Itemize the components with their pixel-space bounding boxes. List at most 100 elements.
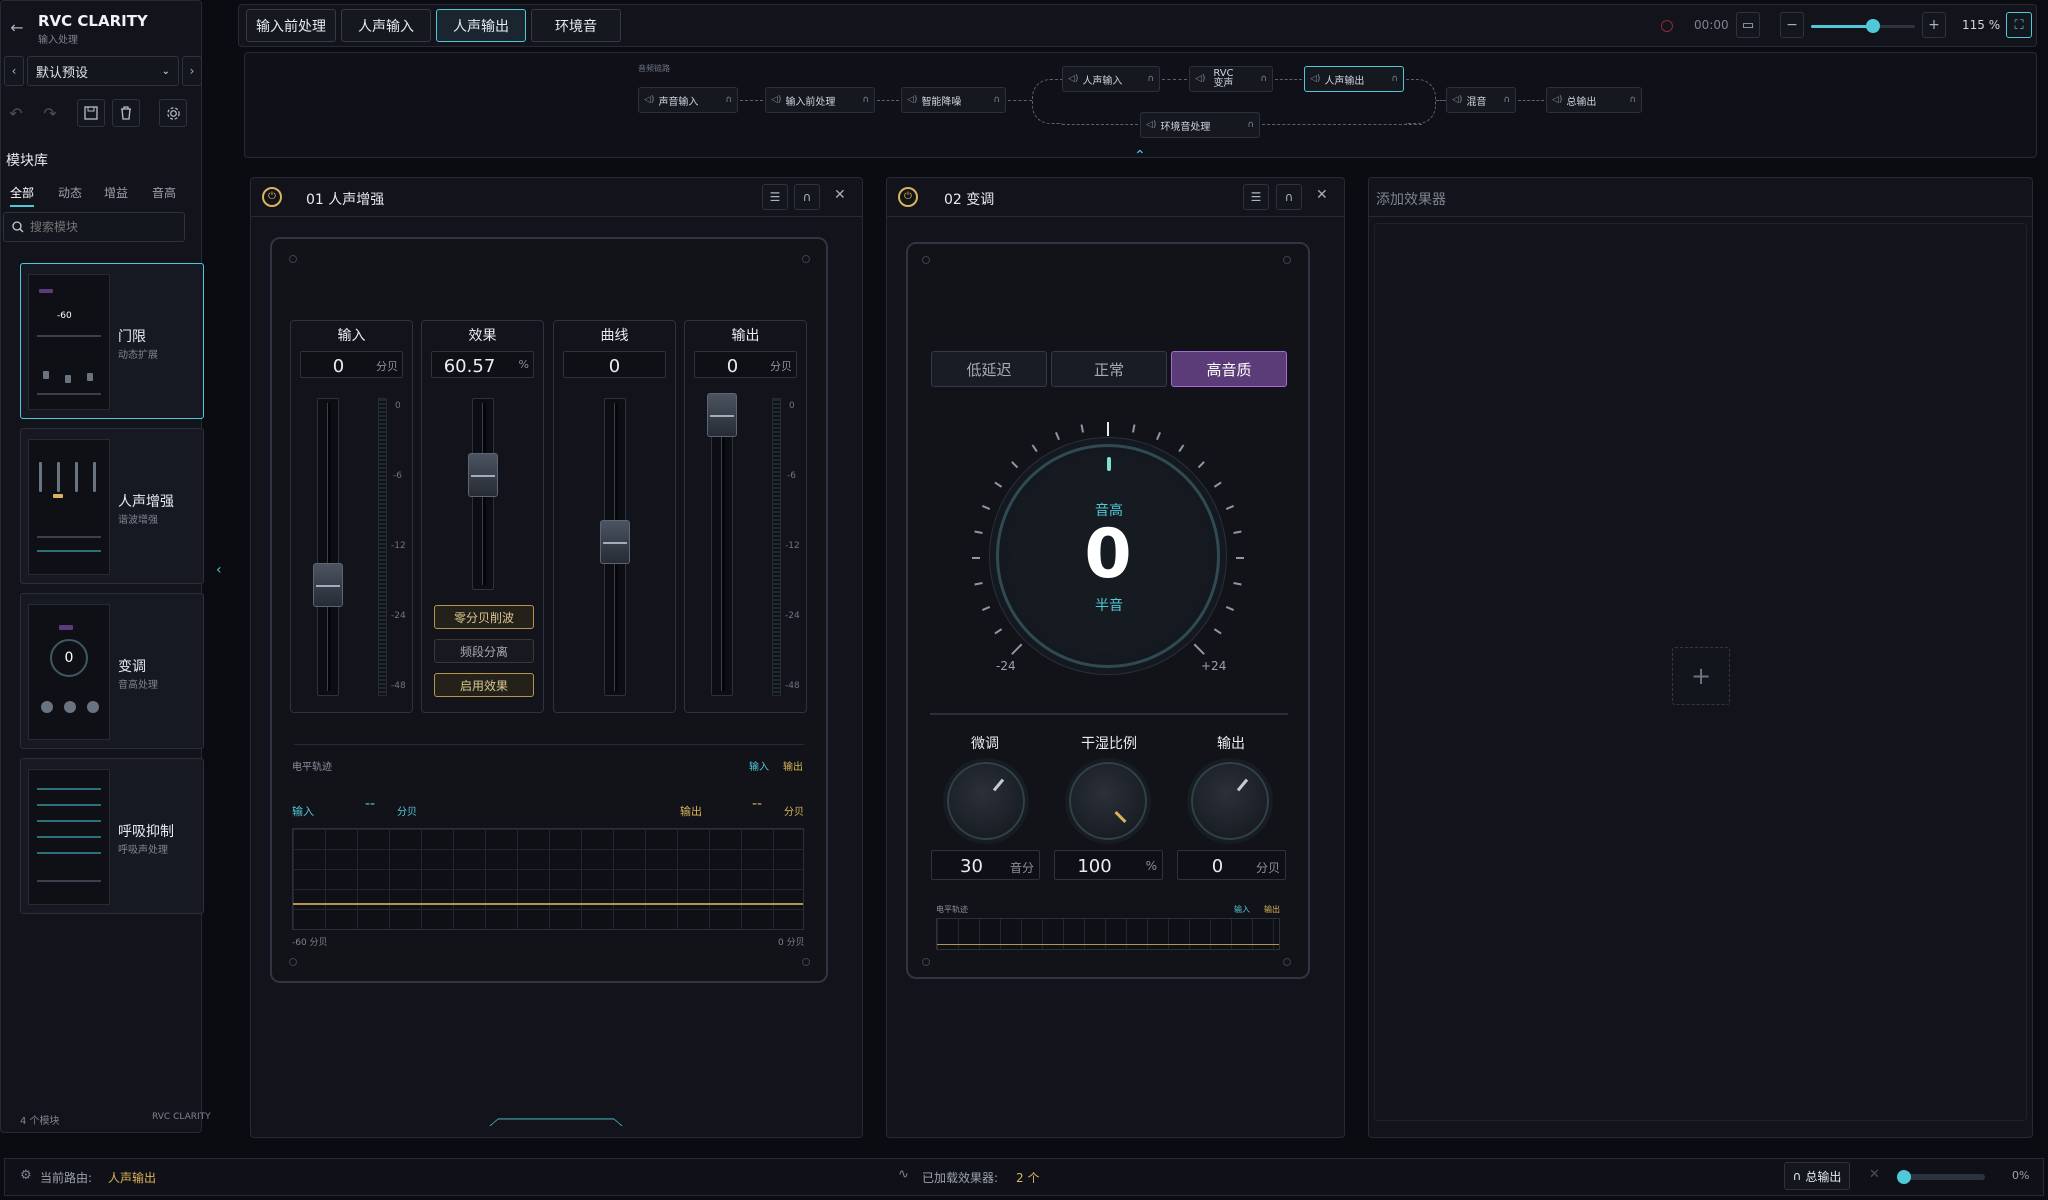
search-input[interactable] bbox=[30, 220, 170, 234]
route-node-denoise[interactable]: ◁) 智能降噪 ∩ bbox=[901, 87, 1006, 113]
power-button[interactable]: ⏻ bbox=[262, 187, 282, 207]
channel-label: 输出 bbox=[731, 328, 760, 344]
effect-2-monitor-button[interactable]: ∩ bbox=[1276, 184, 1302, 210]
tab-pre-input[interactable]: 输入前处理 bbox=[246, 9, 336, 42]
output-fader-track[interactable] bbox=[711, 398, 733, 696]
collapse-sidebar-handle[interactable]: ‹ bbox=[216, 562, 226, 596]
master-volume-thumb[interactable] bbox=[1897, 1170, 1911, 1184]
mode-high-quality[interactable]: 高音质 bbox=[1171, 351, 1287, 387]
mute-button[interactable]: ✕ bbox=[1869, 1167, 1880, 1182]
add-effect-button[interactable]: + bbox=[1672, 647, 1730, 705]
route-node-rvc[interactable]: ◁) RVC 变声 ∩ bbox=[1189, 66, 1273, 92]
curve-fader-handle[interactable] bbox=[600, 520, 630, 564]
mode-label: 正常 bbox=[1093, 360, 1124, 379]
effect-fader-handle[interactable] bbox=[468, 453, 498, 497]
flow-arrow bbox=[877, 100, 899, 101]
fullscreen-button[interactable]: ⛶ bbox=[2006, 12, 2032, 38]
zero-db-clip-button[interactable]: 零分贝削波 bbox=[434, 605, 534, 629]
filter-tab-all[interactable]: 全部 bbox=[10, 184, 35, 207]
scale-label: -48 bbox=[785, 681, 800, 691]
module-card-enhance[interactable]: 人声增强 谐波增强 bbox=[20, 428, 204, 584]
input-fader-handle[interactable] bbox=[313, 563, 343, 607]
output-fader-handle[interactable] bbox=[707, 393, 737, 437]
speaker-icon: ◁) bbox=[1068, 74, 1079, 84]
settings-button[interactable] bbox=[159, 99, 187, 127]
mode-normal[interactable]: 正常 bbox=[1051, 351, 1167, 387]
filter-label: 动态 bbox=[58, 186, 83, 200]
module-card-breath[interactable]: 呼吸抑制 呼吸声处理 bbox=[20, 758, 204, 914]
button-label: 启用效果 bbox=[459, 678, 508, 693]
mode-low-latency[interactable]: 低延迟 bbox=[931, 351, 1047, 387]
zoom-out-button[interactable]: − bbox=[1780, 12, 1804, 38]
tab-voice-input[interactable]: 人声输入 bbox=[341, 9, 431, 42]
dry-wet-knob[interactable] bbox=[1069, 762, 1147, 840]
module-card-gate[interactable]: -60 门限 动态扩展 bbox=[20, 263, 204, 419]
dial-tick bbox=[981, 505, 991, 510]
power-button[interactable]: ⏻ bbox=[898, 187, 918, 207]
input-fader-track[interactable] bbox=[317, 398, 339, 696]
band-split-button[interactable]: 频段分离 bbox=[434, 639, 534, 663]
route-node-mix[interactable]: ◁) 混音 ∩ bbox=[1446, 87, 1516, 113]
master-volume-slider[interactable] bbox=[1897, 1170, 1985, 1184]
fine-tune-field[interactable]: 30 音分 bbox=[931, 850, 1040, 880]
gear-icon[interactable]: ⚙ bbox=[20, 1168, 32, 1183]
filter-tab-pitch[interactable]: 音高 bbox=[152, 184, 176, 201]
effect-1-close-button[interactable]: ✕ bbox=[834, 187, 846, 203]
tab-ambient[interactable]: 环境音 bbox=[531, 9, 621, 42]
effect-1-settings-button[interactable]: ☰ bbox=[762, 184, 788, 210]
power-icon: ⏻ bbox=[268, 191, 276, 202]
route-node-pre-process[interactable]: ◁) 输入前处理 ∩ bbox=[765, 87, 875, 113]
effect-2-close-button[interactable]: ✕ bbox=[1316, 187, 1328, 203]
next-preset-button[interactable]: › bbox=[182, 56, 202, 86]
filter-tab-gain[interactable]: 增益 bbox=[104, 184, 128, 201]
prev-preset-button[interactable]: ‹ bbox=[4, 56, 24, 86]
enable-effect-button[interactable]: 启用效果 bbox=[434, 673, 534, 697]
master-output-button[interactable]: ∩ 总输出 bbox=[1784, 1162, 1850, 1190]
tab-voice-output[interactable]: 人声输出 bbox=[436, 9, 526, 42]
knob-pointer bbox=[1236, 778, 1249, 792]
flow-arrow bbox=[1275, 79, 1302, 80]
fine-tune-knob[interactable] bbox=[947, 762, 1025, 840]
undo-button[interactable]: ↶ bbox=[2, 99, 30, 127]
search-field[interactable] bbox=[3, 212, 185, 242]
button-label: 频段分离 bbox=[459, 644, 508, 659]
route-node-ambient[interactable]: ◁) 环境音处理 ∩ bbox=[1140, 112, 1260, 138]
module-card-pitch[interactable]: 0 变调 音高处理 bbox=[20, 593, 204, 749]
back-button[interactable]: ← bbox=[4, 14, 30, 40]
filter-tab-dynamics[interactable]: 动态 bbox=[58, 184, 82, 201]
output-knob[interactable] bbox=[1191, 762, 1269, 840]
save-icon bbox=[84, 106, 98, 120]
record-button[interactable] bbox=[1654, 14, 1680, 38]
preset-label: 默认预设 bbox=[36, 65, 89, 81]
collapse-routing-icon[interactable]: ⌃ bbox=[1134, 148, 1146, 164]
node-label: 智能降噪 bbox=[921, 96, 962, 108]
zoom-slider[interactable] bbox=[1811, 19, 1915, 33]
input-gain-field[interactable]: 0 分贝 bbox=[300, 351, 403, 378]
curve-field[interactable]: 0 bbox=[563, 351, 666, 378]
trace-legend-out: 输出 bbox=[1264, 905, 1280, 914]
trace-legend-in: 输入 bbox=[1234, 905, 1250, 914]
delete-button[interactable] bbox=[112, 99, 140, 127]
open-folder-button[interactable]: ▭ bbox=[1736, 12, 1760, 38]
route-node-master[interactable]: ◁) 总输出 ∩ bbox=[1546, 87, 1642, 113]
output-field[interactable]: 0 分贝 bbox=[1177, 850, 1286, 880]
trash-icon bbox=[121, 106, 131, 120]
knob-unit: % bbox=[1145, 859, 1157, 873]
route-node-voice-input[interactable]: ◁) 人声输入 ∩ bbox=[1062, 66, 1160, 92]
plus-icon: + bbox=[1690, 662, 1712, 690]
redo-button[interactable]: ↷ bbox=[36, 99, 64, 127]
flow-arrow bbox=[1008, 100, 1032, 101]
output-gain-field[interactable]: 0 分贝 bbox=[694, 351, 797, 378]
route-node-voice-in[interactable]: ◁) 声音输入 ∩ bbox=[638, 87, 738, 113]
effect-1-monitor-button[interactable]: ∩ bbox=[794, 184, 820, 210]
zoom-in-button[interactable]: + bbox=[1922, 12, 1946, 38]
effect-amount-field[interactable]: 60.57% bbox=[431, 351, 534, 378]
save-button[interactable] bbox=[77, 99, 105, 127]
close-icon: ✕ bbox=[1869, 1167, 1880, 1182]
effect-2-settings-button[interactable]: ☰ bbox=[1243, 184, 1269, 210]
route-node-voice-output[interactable]: ◁) 人声输出 ∩ bbox=[1304, 66, 1404, 92]
preset-select[interactable]: 默认预设 ⌄ bbox=[27, 56, 179, 86]
dry-wet-field[interactable]: 100% bbox=[1054, 850, 1163, 880]
effect-3-title: 添加效果器 bbox=[1376, 192, 1446, 208]
trace-output-line bbox=[293, 903, 803, 905]
